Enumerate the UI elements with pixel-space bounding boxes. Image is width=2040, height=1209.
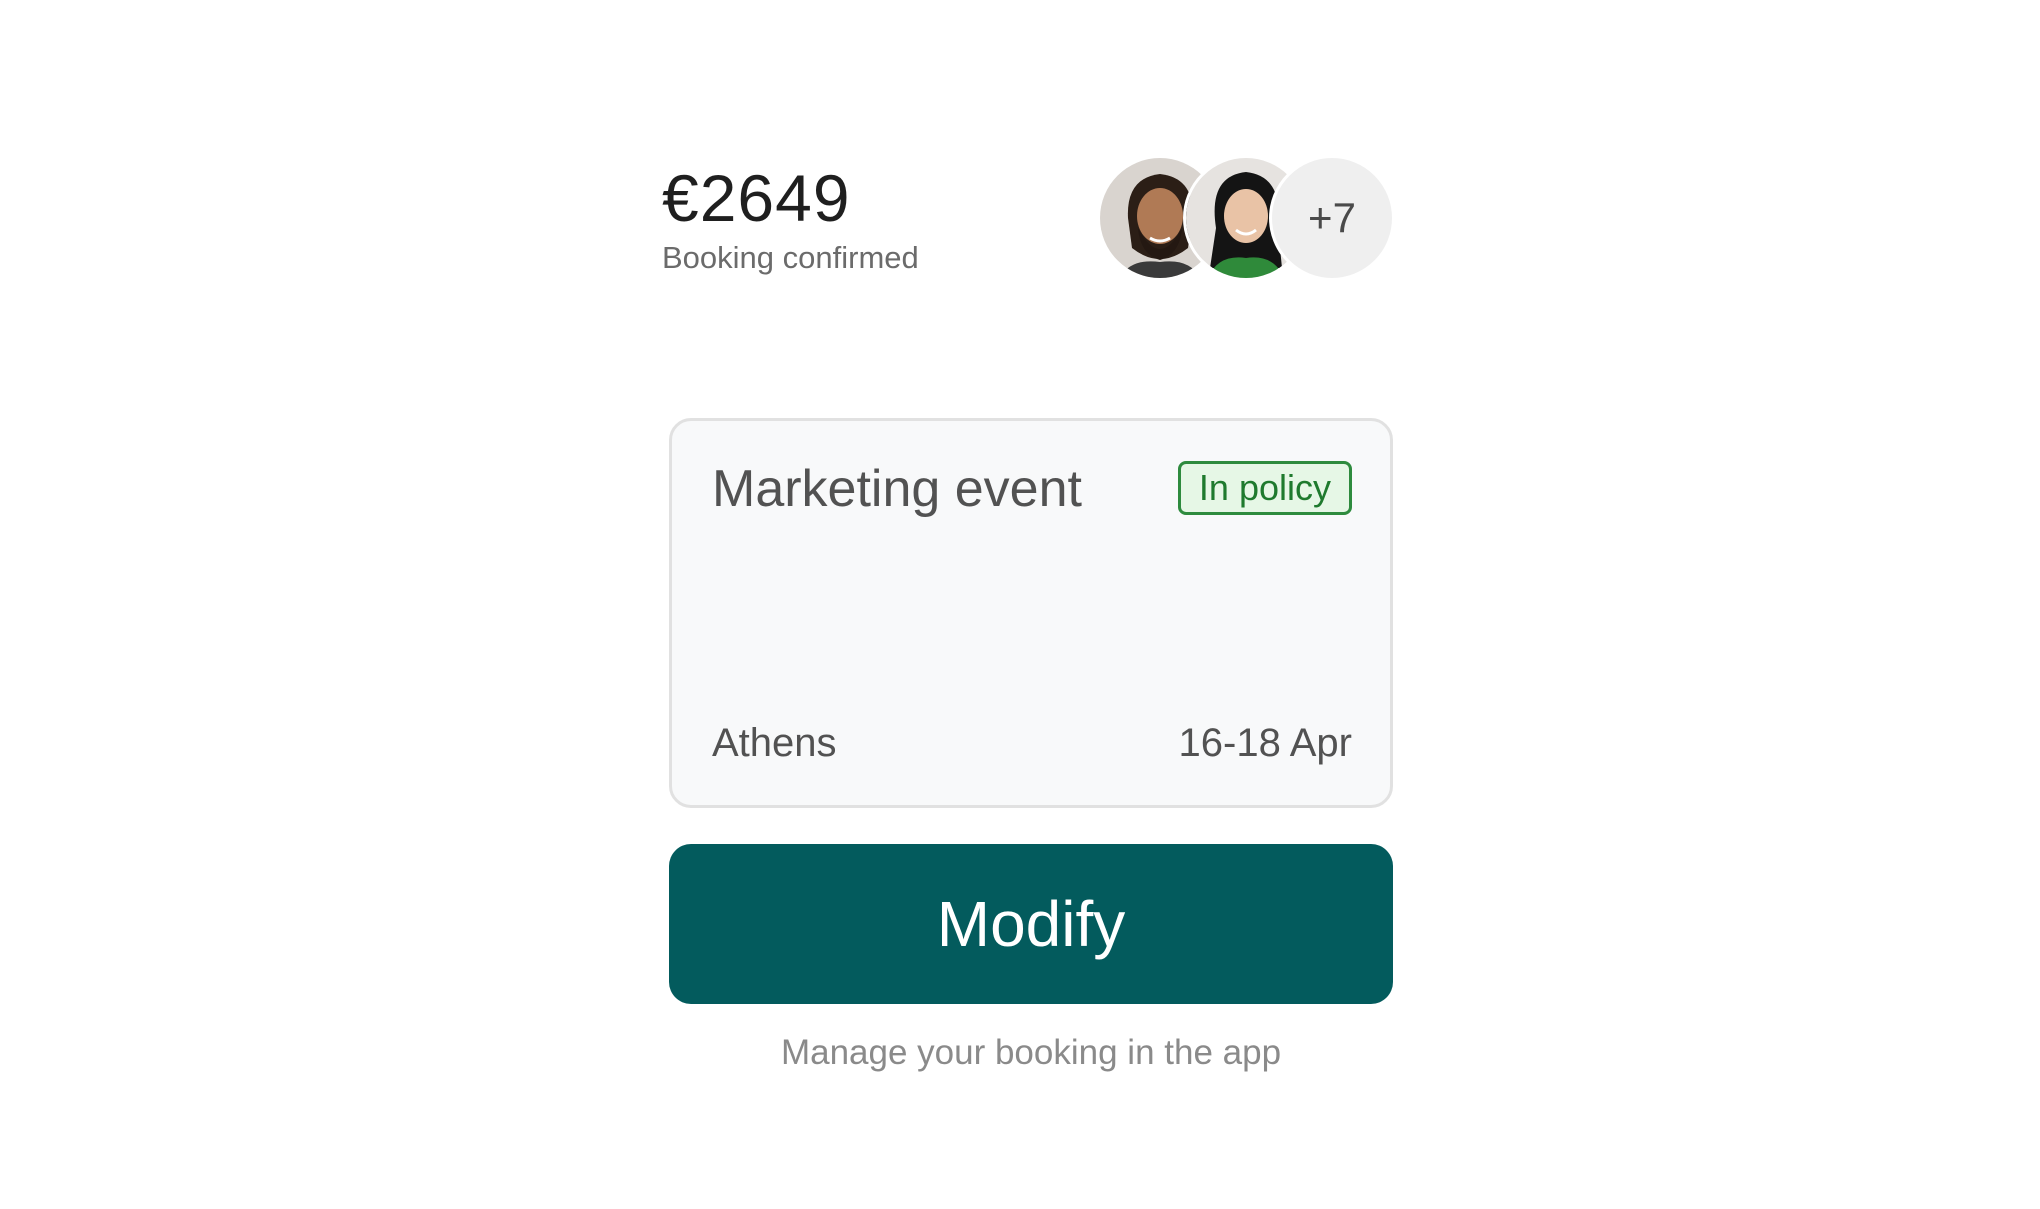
booking-screen: €2649 Booking confirmed +7 Marketing eve… [0,0,2040,1209]
booking-status: Booking confirmed [662,240,919,275]
traveler-avatars[interactable]: +7 [1097,155,1407,285]
event-title: Marketing event [712,460,1082,518]
more-travelers-badge[interactable]: +7 [1269,155,1395,281]
booking-price: €2649 [662,161,851,235]
manage-hint: Manage your booking in the app [780,1033,1282,1072]
event-city: Athens [712,721,837,765]
event-card[interactable]: Marketing event In policy Athens 16-18 A… [669,418,1393,808]
policy-badge: In policy [1177,461,1352,515]
modify-button[interactable]: Modify [669,844,1393,1004]
event-dates: 16-18 Apr [1178,721,1352,765]
